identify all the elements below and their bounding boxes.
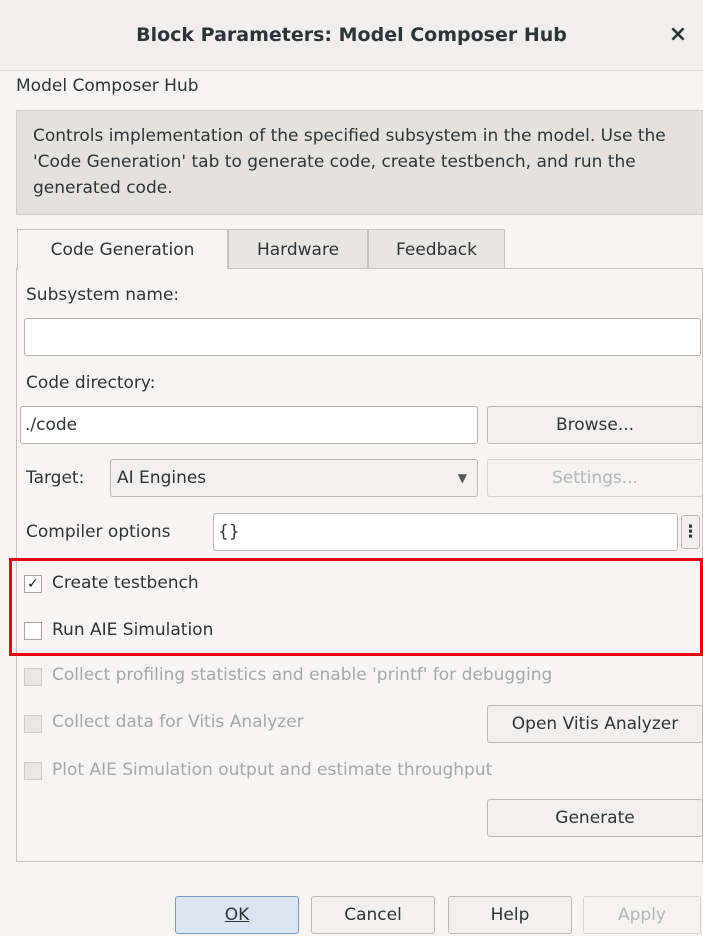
- plot-aie-output-checkbox[interactable]: [24, 762, 42, 780]
- cancel-button[interactable]: Cancel: [311, 896, 435, 934]
- collect-profiling-checkbox[interactable]: [24, 668, 42, 686]
- compiler-options-field[interactable]: {}: [213, 513, 678, 551]
- generate-button[interactable]: Generate: [487, 799, 703, 837]
- block-name: Model Composer Hub: [16, 76, 199, 96]
- tab-feedback[interactable]: Feedback: [368, 229, 505, 269]
- collect-vitis-data-label: Collect data for Vitis Analyzer: [52, 712, 304, 732]
- dropdown-arrow-icon: ▼: [457, 471, 467, 485]
- compiler-options-label: Compiler options: [26, 522, 171, 542]
- open-vitis-analyzer-button[interactable]: Open Vitis Analyzer: [487, 705, 703, 743]
- collect-profiling-label: Collect profiling statistics and enable …: [52, 665, 553, 685]
- window-title: Block Parameters: Model Composer Hub: [136, 24, 567, 46]
- help-label: Help: [490, 905, 530, 925]
- subsystem-name-field[interactable]: [24, 318, 701, 356]
- settings-button[interactable]: Settings...: [487, 459, 703, 497]
- description-box: Controls implementation of the specified…: [16, 110, 703, 215]
- description-text: Controls implementation of the specified…: [33, 126, 666, 198]
- code-directory-label: Code directory:: [26, 373, 156, 393]
- ok-label: OK: [224, 905, 250, 925]
- browse-button[interactable]: Browse...: [487, 406, 703, 444]
- close-icon[interactable]: ×: [664, 21, 692, 49]
- highlight-box: [9, 558, 703, 656]
- ok-button[interactable]: OK: [175, 896, 299, 934]
- plot-aie-output-label: Plot AIE Simulation output and estimate …: [52, 760, 493, 780]
- cancel-label: Cancel: [344, 905, 402, 925]
- target-dropdown[interactable]: AI Engines ▼: [110, 459, 478, 497]
- apply-label: Apply: [618, 905, 666, 925]
- apply-button[interactable]: Apply: [583, 896, 701, 934]
- subsystem-name-label: Subsystem name:: [26, 285, 180, 305]
- collect-vitis-data-checkbox[interactable]: [24, 715, 42, 733]
- target-value: AI Engines: [117, 468, 207, 488]
- target-label: Target:: [26, 468, 85, 488]
- more-options-icon[interactable]: ⋮: [681, 515, 700, 549]
- code-directory-field[interactable]: ./code: [20, 406, 478, 444]
- help-button[interactable]: Help: [448, 896, 572, 934]
- tab-code-generation[interactable]: Code Generation: [17, 229, 228, 269]
- tab-hardware[interactable]: Hardware: [228, 229, 368, 269]
